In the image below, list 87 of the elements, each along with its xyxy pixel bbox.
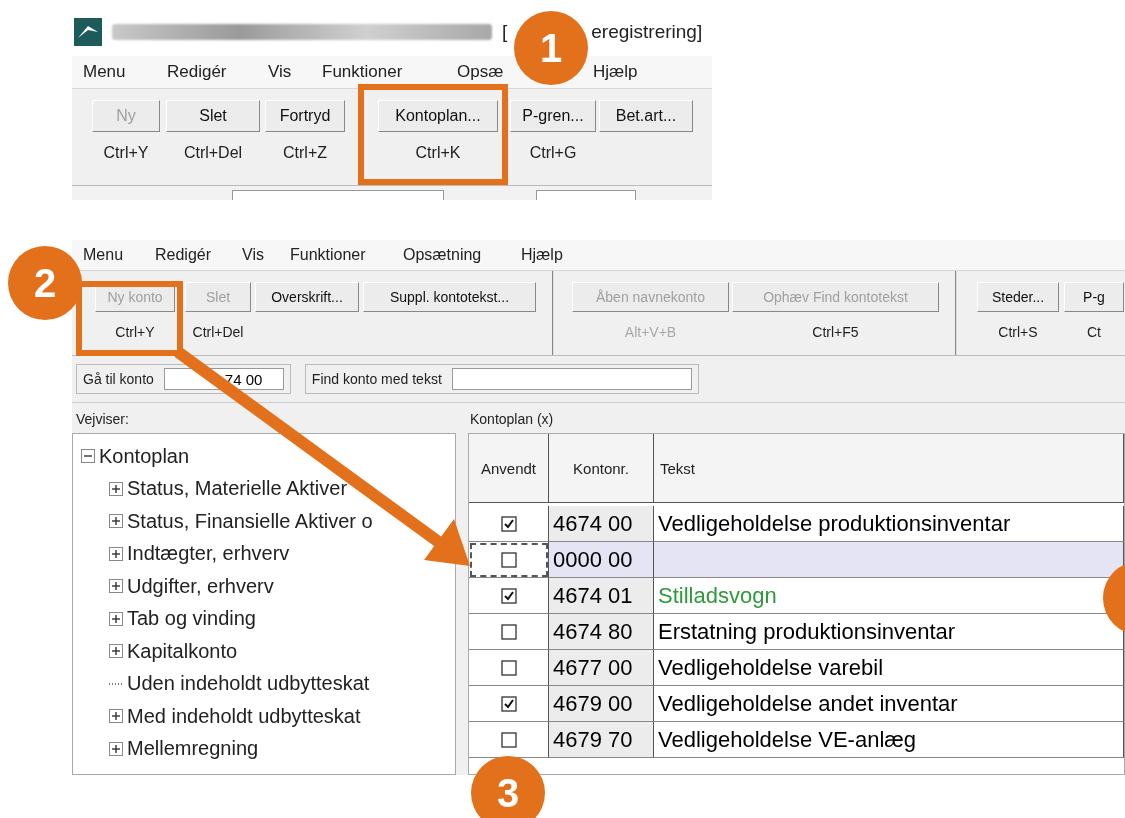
- checkbox-cell[interactable]: [469, 506, 549, 542]
- checkbox-cell[interactable]: [469, 542, 549, 578]
- shortcut-label: Ctrl+Y: [115, 324, 155, 340]
- field-label: Gå til konto: [83, 371, 154, 387]
- expand-icon[interactable]: [109, 514, 123, 529]
- table-cell: Vedligeholdelse andet inventar: [654, 686, 1124, 722]
- checkbox[interactable]: [500, 587, 517, 604]
- menu-item[interactable]: Opsæ: [457, 62, 504, 82]
- column-header[interactable]: Kontonr.: [549, 434, 654, 503]
- pane-title: Vejviser:: [75, 410, 130, 429]
- expand-icon[interactable]: [109, 741, 123, 756]
- tree-item[interactable]: Status, Finansielle Aktiver o: [127, 509, 373, 533]
- checkbox[interactable]: [500, 659, 517, 676]
- tree-item[interactable]: Mellemregning: [127, 737, 259, 761]
- shortcut-label: Alt+V+B: [624, 324, 677, 340]
- collapse-icon[interactable]: [81, 449, 95, 464]
- menu-item[interactable]: Opsætning: [403, 246, 482, 264]
- shortcut-label: Ctrl+G: [529, 144, 577, 162]
- column-header[interactable]: Tekst: [654, 434, 1124, 503]
- shortcut-label: Ctrl+S: [998, 324, 1038, 340]
- table-cell: 4674 01: [549, 578, 654, 614]
- checkbox-cell[interactable]: [469, 650, 549, 686]
- window-title: [: [502, 21, 508, 43]
- menu-item[interactable]: Redigér: [155, 246, 212, 264]
- toolbar-button[interactable]: Overskrift...: [255, 282, 359, 312]
- step-badge: 2: [8, 246, 82, 320]
- checkbox-cell[interactable]: [469, 614, 549, 650]
- tree-item[interactable]: Med indeholdt udbytteskat: [127, 704, 361, 728]
- table-cell: Vedligeholdelse VE-anlæg: [654, 722, 1124, 758]
- toolbar-button[interactable]: P-gren...: [510, 100, 596, 132]
- expand-icon[interactable]: [109, 481, 123, 496]
- shortcut-label: Ct: [1087, 324, 1101, 340]
- tree-item[interactable]: Udgifter, erhverv: [127, 574, 274, 598]
- table-cell: Vedligeholdelse varebil: [654, 650, 1124, 686]
- toolbar-button[interactable]: Bet.art...: [599, 100, 693, 132]
- tree-item[interactable]: Status, Materielle Aktiver: [127, 477, 348, 501]
- expand-icon[interactable]: [109, 579, 123, 594]
- toolbar-button[interactable]: P-g: [1064, 282, 1124, 312]
- tree-item[interactable]: Tab og vinding: [127, 607, 256, 631]
- checkbox[interactable]: [500, 695, 517, 712]
- table-cell: 4674 00: [549, 506, 654, 542]
- menu-item[interactable]: Menu: [83, 246, 124, 264]
- checkbox[interactable]: [500, 731, 517, 748]
- table-cell: 4679 70: [549, 722, 654, 758]
- menu-item[interactable]: Redigér: [167, 62, 227, 82]
- expand-icon[interactable]: [109, 644, 123, 659]
- shortcut-label: Ctrl+Z: [283, 144, 327, 162]
- table-cell: 0000 00: [549, 542, 654, 578]
- table-cell: 4674 80: [549, 614, 654, 650]
- menu-item[interactable]: Funktioner: [290, 246, 366, 264]
- table-cell: Vedligeholdelse produktionsinventar: [654, 506, 1124, 542]
- checkbox-cell[interactable]: [469, 686, 549, 722]
- column-header[interactable]: Anvendt: [469, 434, 549, 503]
- table-cell: 4679 00: [549, 686, 654, 722]
- checkbox-cell[interactable]: [469, 578, 549, 614]
- menu-item[interactable]: Menu: [83, 62, 126, 82]
- shortcut-label: Ctrl+Y: [103, 144, 149, 162]
- pane-title: Kontoplan (x): [469, 410, 555, 429]
- menu-item[interactable]: Funktioner: [322, 62, 403, 82]
- toolbar-button[interactable]: Steder...: [977, 282, 1059, 312]
- menu-item[interactable]: Hjælp: [593, 62, 638, 82]
- checkbox[interactable]: [500, 623, 517, 640]
- toolbar-button[interactable]: Fortryd: [265, 100, 345, 132]
- field-label: Find konto med tekst: [311, 371, 442, 387]
- expand-icon[interactable]: [109, 709, 123, 724]
- tree-item[interactable]: Kontoplan: [99, 444, 190, 468]
- tree-line-icon: [109, 682, 123, 685]
- menu-item[interactable]: Vis: [268, 62, 292, 82]
- tree-item[interactable]: Uden indeholdt udbytteskat: [127, 672, 370, 696]
- checkbox[interactable]: [500, 551, 517, 568]
- input-field[interactable]: [451, 368, 692, 390]
- shortcut-label: Ctrl+Del: [183, 144, 243, 162]
- expand-icon[interactable]: [109, 611, 123, 626]
- shortcut-label: Ctrl+Del: [192, 324, 244, 340]
- shortcut-label: Ctrl+F5: [812, 324, 859, 340]
- toolbar-button[interactable]: Kontoplan...: [378, 100, 498, 132]
- expand-icon[interactable]: [109, 546, 123, 561]
- checkbox[interactable]: [500, 515, 517, 532]
- menu-item[interactable]: Hjælp: [521, 246, 563, 264]
- toolbar-button[interactable]: Slet: [166, 100, 260, 132]
- window-title: eregistrering]: [591, 21, 703, 43]
- toolbar-button[interactable]: Suppl. kontotekst...: [363, 282, 536, 312]
- shortcut-label: Ctrl+K: [415, 144, 461, 162]
- tree-item[interactable]: Kapitalkonto: [127, 639, 238, 663]
- table-cell: 4677 00: [549, 650, 654, 686]
- tree-item[interactable]: Indtægter, erhverv: [127, 542, 290, 566]
- menu-item[interactable]: Vis: [242, 246, 264, 264]
